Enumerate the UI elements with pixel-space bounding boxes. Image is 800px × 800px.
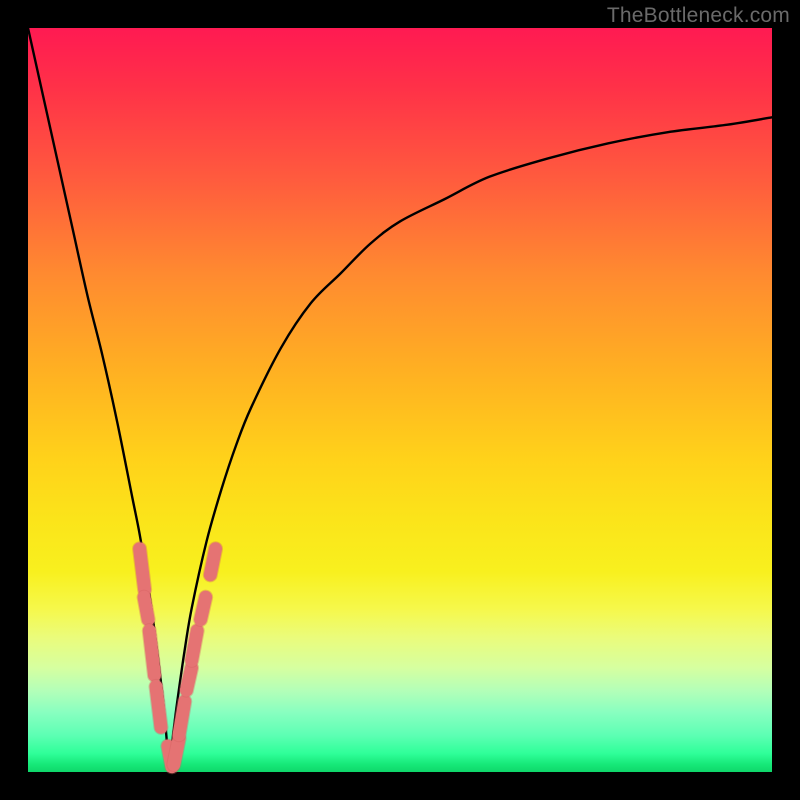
marker-cluster [140, 549, 216, 767]
bottleneck-curve [28, 28, 772, 765]
marker-pill [179, 701, 185, 734]
marker-pill [186, 668, 191, 690]
marker-pill [144, 597, 148, 619]
watermark-text: TheBottleneck.com [607, 4, 790, 28]
marker-pill [210, 549, 215, 575]
plot-area [28, 28, 772, 772]
bottleneck-curve-path [28, 28, 772, 765]
chart-frame: TheBottleneck.com [0, 0, 800, 800]
marker-pill [192, 631, 198, 661]
marker-pill [140, 549, 145, 590]
marker-pill [201, 597, 206, 619]
marker-pill [156, 686, 161, 727]
marker-pill [149, 631, 154, 676]
marker-pill [174, 739, 179, 765]
curve-layer [28, 28, 772, 772]
